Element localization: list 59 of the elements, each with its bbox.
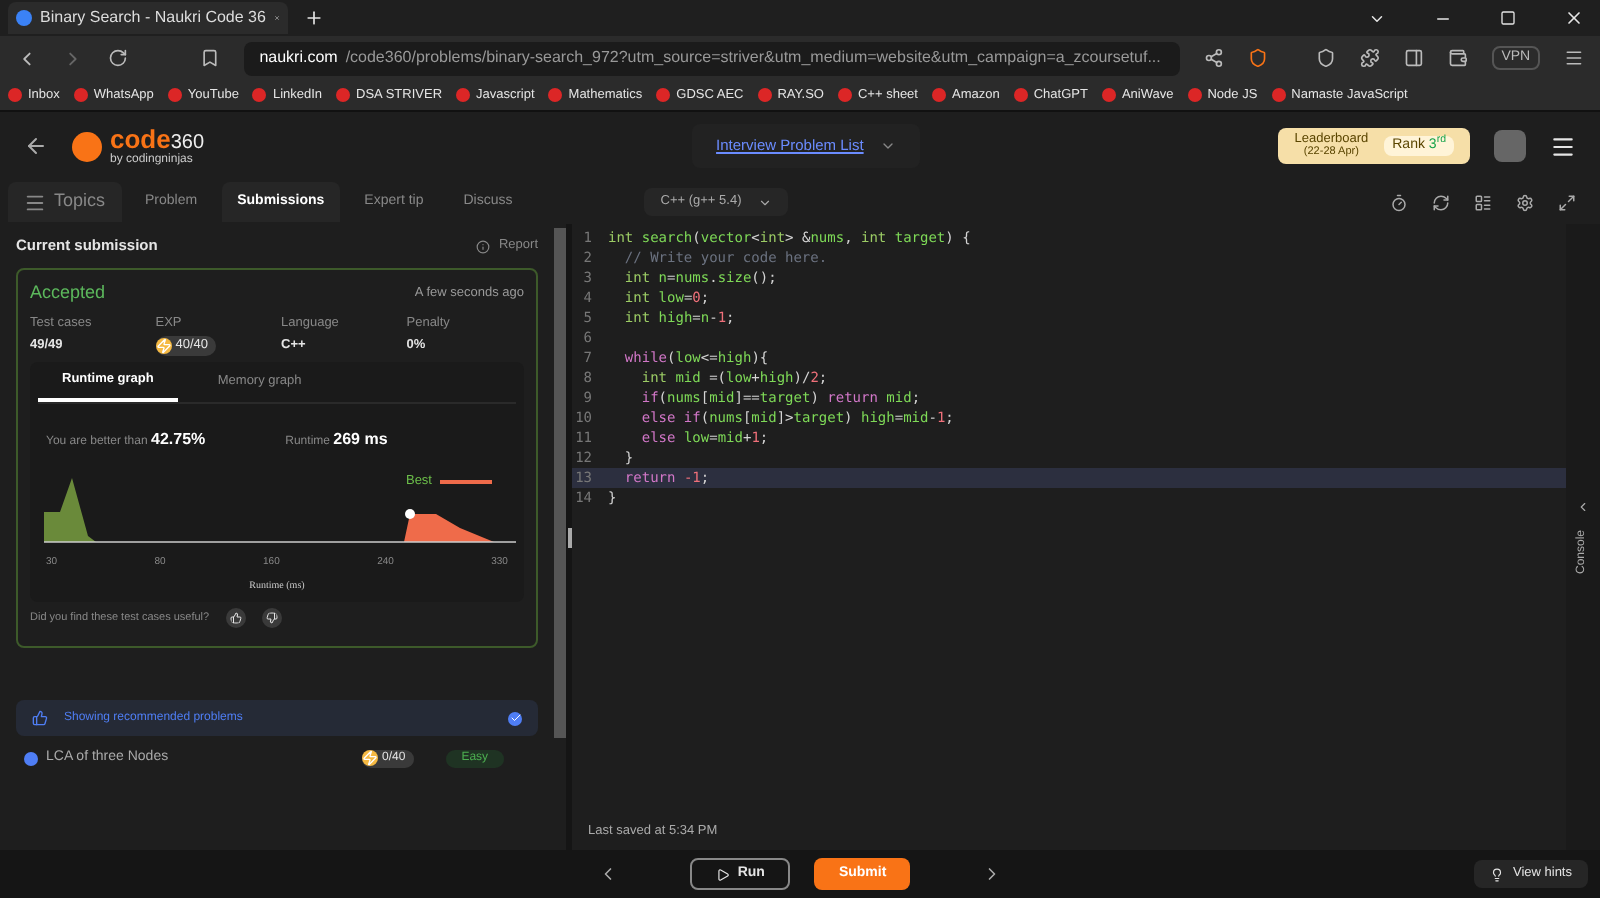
- chevron-icon: [1576, 499, 1590, 514]
- checkbox[interactable]: [508, 711, 522, 725]
- favicon-icon: [1101, 88, 1116, 102]
- reset-icon[interactable]: [1432, 193, 1450, 211]
- browser-tab[interactable]: Binary Search - Naukri Code 36: [8, 2, 288, 34]
- favicon-icon: [73, 88, 88, 102]
- bolt-icon: [362, 750, 378, 766]
- menu-icon: [24, 191, 46, 213]
- back-icon[interactable]: [24, 134, 48, 158]
- favicon-icon: [1013, 88, 1028, 102]
- layout-icon[interactable]: [1474, 193, 1492, 211]
- logo-text: code360: [110, 126, 205, 154]
- favicon-icon: [757, 88, 772, 102]
- play-icon: [715, 867, 730, 881]
- favicon-icon: [8, 88, 22, 102]
- logo-icon: [72, 131, 102, 161]
- shield-icon[interactable]: [1248, 48, 1268, 68]
- bulb-icon: [1490, 867, 1505, 881]
- panel-tab[interactable]: Topics: [8, 182, 122, 222]
- site-icon: [16, 10, 32, 26]
- wallet-icon[interactable]: [1447, 48, 1468, 68]
- favicon-icon: [167, 88, 182, 102]
- favicon-icon: [1187, 88, 1202, 102]
- resize-handle[interactable]: [567, 527, 571, 547]
- menu-icon[interactable]: [1550, 133, 1576, 159]
- extensions-icon[interactable]: [1359, 48, 1380, 68]
- address-field[interactable]: naukri.com /code360/problems/binary-search_972?utm_source=striver&utm_medium=website&utm_campaign=a_zcoursetuf...: [243, 41, 1181, 75]
- thumbs-up-icon[interactable]: [225, 608, 246, 628]
- info-icon: [476, 239, 491, 253]
- close-icon[interactable]: [1564, 8, 1584, 28]
- settings-icon[interactable]: [1516, 193, 1534, 211]
- timer-icon[interactable]: [1390, 193, 1408, 211]
- avatar[interactable]: [1494, 130, 1526, 162]
- favicon-icon: [548, 88, 563, 102]
- caret-icon: [757, 195, 772, 209]
- bookmark-icon[interactable]: [199, 48, 220, 68]
- favicon-icon: [336, 88, 351, 102]
- check-icon: [509, 712, 521, 724]
- favicon-icon: [656, 88, 671, 102]
- sidebar-icon[interactable]: [1403, 48, 1424, 68]
- thumbs-up-icon: [32, 710, 48, 726]
- expand-icon[interactable]: [1558, 193, 1576, 211]
- favicon-icon: [1271, 88, 1286, 102]
- bolt-icon: [155, 338, 172, 355]
- favicon-icon: [252, 88, 267, 102]
- reload-icon[interactable]: [107, 48, 128, 68]
- thumbs-down-icon[interactable]: [261, 608, 282, 628]
- new-tab-icon[interactable]: [304, 8, 324, 28]
- menu-icon[interactable]: [1564, 48, 1585, 68]
- caret-icon: [879, 138, 896, 154]
- favicon-icon: [456, 88, 471, 102]
- shield-icon[interactable]: [1316, 48, 1336, 68]
- maximize-icon[interactable]: [1500, 10, 1516, 26]
- favicon-icon: [837, 88, 852, 102]
- favicon-icon: [931, 88, 946, 102]
- tab-title: Binary Search - Naukri Code 36: [40, 6, 266, 30]
- problem-icon: [24, 751, 38, 765]
- share-icon[interactable]: [1204, 48, 1225, 68]
- status-text: Accepted: [30, 280, 106, 306]
